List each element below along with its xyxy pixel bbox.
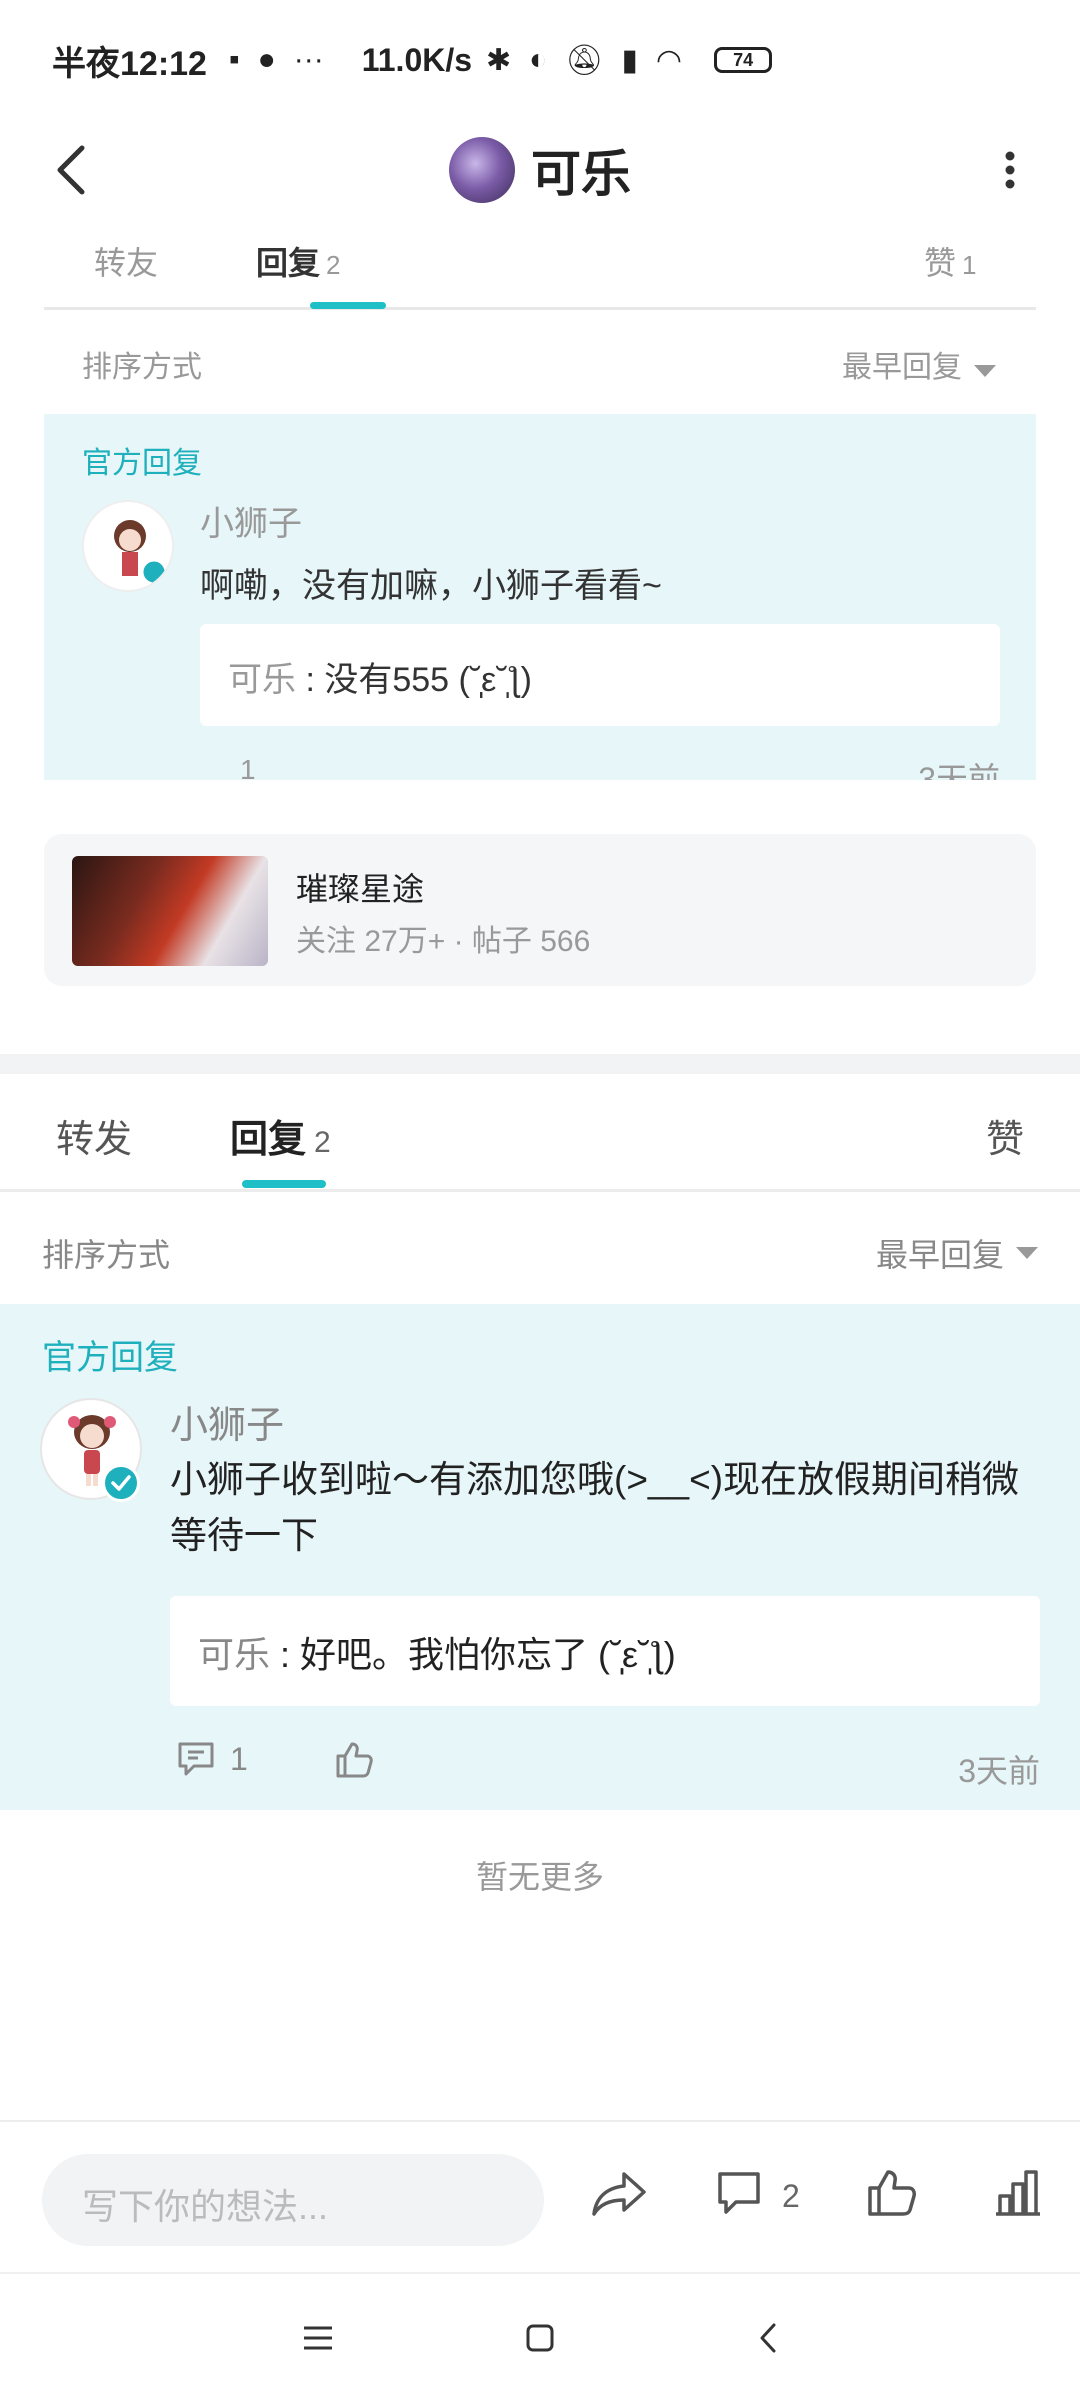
sort-value: 最早回复: [875, 1237, 1004, 1273]
toggle-icon: ◐: [529, 43, 548, 76]
topic-followers: 关注 27万+: [296, 925, 446, 958]
official-reply-tag: 官方回复: [42, 1339, 178, 1377]
tab-forward[interactable]: 转发: [56, 1108, 132, 1163]
stats-button[interactable]: [992, 2168, 1044, 2223]
more-options-button[interactable]: [980, 140, 1040, 200]
reply-comment-button[interactable]: 1: [176, 1740, 248, 1778]
topic-name: 璀璨星途: [296, 871, 425, 907]
tab-replies-count: 2: [314, 1126, 331, 1159]
home-square-icon: [526, 2324, 554, 2352]
faded-tab-forward[interactable]: 转友: [94, 238, 158, 284]
faded-tab-likes[interactable]: 赞1: [924, 238, 976, 284]
nav-home-button[interactable]: [510, 2308, 570, 2368]
chevron-left-icon: [57, 145, 85, 195]
menu-icon: [304, 2326, 332, 2350]
faded-quote-box[interactable]: 可乐 : 没有555 (˘̩̩̩ε˘̩ƪ): [200, 624, 1000, 726]
faded-official-tag: 官方回复: [82, 447, 202, 480]
topic-meta: 关注 27万+ · 帖子 566: [296, 925, 591, 958]
tab-likes[interactable]: 赞: [986, 1108, 1024, 1163]
faded-sort-row: 排序方式 最早回复: [44, 324, 1036, 394]
faded-quote-name: 可乐: [228, 661, 296, 699]
caret-down-icon: [1016, 1247, 1038, 1259]
author-name[interactable]: 小狮子: [170, 1394, 284, 1449]
faded-tab-likes-label: 赞: [924, 245, 957, 281]
share-button[interactable]: [590, 2168, 648, 2225]
more-dots-icon: ···: [293, 43, 324, 76]
more-vertical-icon: [1005, 151, 1015, 189]
mute-icon: 🔕︎: [565, 43, 604, 77]
nav-back-button[interactable]: [738, 2308, 798, 2368]
reply-meta-row: 1 3天前: [170, 1734, 1040, 1794]
thumbs-up-icon: [868, 2170, 916, 2216]
sort-row: 排序方式 最早回复: [0, 1196, 1080, 1302]
sort-label: 排序方式: [42, 1237, 171, 1273]
faded-reply-text: 啊嘞，没有加嘛，小狮子看看~: [200, 567, 662, 605]
reply-time-ago: 3天前: [958, 1753, 1040, 1789]
battery-icon: 74: [714, 47, 773, 73]
back-button[interactable]: [40, 140, 100, 200]
faded-tab-replies-count: 2: [326, 250, 341, 280]
faded-tab-likes-count: 1: [962, 250, 977, 280]
quote-box[interactable]: 可乐 : 好吧。我怕你忘了 (˘̩̩̩ε˘̩ƪ): [170, 1596, 1040, 1706]
nav-menu-button[interactable]: [288, 2308, 348, 2368]
header-avatar[interactable]: [449, 137, 515, 203]
reply-like-button[interactable]: [334, 1740, 374, 1785]
thumbs-up-icon: [336, 1742, 373, 1778]
share-icon: [592, 2172, 646, 2216]
faded-sort-label: 排序方式: [82, 351, 202, 384]
faded-sort-dropdown[interactable]: 最早回复: [842, 342, 996, 386]
official-reply: 官方回复 小狮子 小狮子收到啦～有添加您哦(>__<)现在放假期间稍微等待一下 …: [0, 1304, 1080, 1810]
message-icon: ▪: [228, 43, 240, 76]
header: 可乐: [0, 120, 1080, 220]
caret-down-icon: [974, 365, 996, 377]
faded-tab-bar: 转友 回复 2 赞1: [44, 220, 1036, 310]
page-title: 可乐: [531, 146, 631, 202]
faded-official-reply: 官方回复 小狮子 啊嘞，没有加嘛，小狮子看看~ 可乐 : 没有555 (˘̩̩̩…: [44, 414, 1036, 780]
faded-avatar[interactable]: [82, 500, 174, 592]
chevron-left-icon: [760, 2323, 776, 2353]
comment-input[interactable]: 写下你的想法...: [42, 2154, 544, 2246]
wifi-icon: ◠: [655, 43, 683, 77]
faded-time-ago: 3天前: [918, 761, 1000, 780]
faded-author-name: 小狮子: [200, 505, 302, 543]
bluetooth-icon: ✱: [486, 43, 512, 77]
wechat-icon: ●: [257, 43, 276, 76]
status-time: 半夜12:12: [52, 44, 207, 83]
character-icon: [114, 520, 168, 586]
comment-icon: [178, 1742, 214, 1776]
topic-thumbnail: [72, 856, 268, 966]
faded-quote-text: 没有555 (˘̩̩̩ε˘̩ƪ): [324, 661, 532, 699]
bottom-action-bar: 写下你的想法... 2: [0, 2120, 1080, 2272]
topic-posts: 帖子 566: [471, 925, 591, 958]
comment-icon: [718, 2172, 760, 2214]
reply-text: 小狮子收到啦～有添加您哦(>__<)现在放假期间稍微等待一下: [170, 1459, 1020, 1556]
faded-comment-count: 1: [240, 754, 256, 780]
system-nav-bar: [0, 2272, 1080, 2400]
sort-dropdown[interactable]: 最早回复: [876, 1230, 1038, 1276]
tab-bar: 转发 回复 2 赞: [0, 1074, 1080, 1192]
reply-comment-count: 1: [230, 1740, 248, 1777]
quote-name: 可乐: [198, 1634, 271, 1675]
no-more-label: 暂无更多: [475, 1859, 604, 1895]
tab-underline: [242, 1180, 326, 1188]
verified-badge-icon: [102, 1464, 140, 1502]
tab-replies-label: 回复: [230, 1119, 307, 1161]
signal-icon: ▮: [621, 43, 638, 77]
faded-sort-value: 最早回复: [842, 351, 962, 384]
status-bar: 半夜12:12 ▪ ● ··· 11.0K/s ✱ ◐ 🔕︎ ▮ ◠ 74: [0, 0, 1080, 120]
topic-card[interactable]: 璀璨星途 关注 27万+ · 帖子 566: [44, 834, 1036, 986]
quote-text: 好吧。我怕你忘了 (˘̩̩̩ε˘̩ƪ): [300, 1634, 676, 1675]
faded-tab-replies-label: 回复: [256, 245, 321, 281]
like-button[interactable]: [866, 2168, 918, 2223]
comments-count: 2: [782, 2178, 800, 2214]
bar-chart-icon: [996, 2170, 1040, 2216]
network-speed: 11.0K/s: [361, 41, 473, 78]
faded-meta-row: 1 3天前: [200, 754, 1000, 780]
faded-tab-underline: [310, 302, 386, 309]
section-divider: [0, 1054, 1080, 1074]
comments-button[interactable]: [714, 2168, 764, 2223]
tab-replies[interactable]: 回复 2: [230, 1108, 331, 1163]
faded-tab-replies[interactable]: 回复 2: [256, 238, 340, 284]
